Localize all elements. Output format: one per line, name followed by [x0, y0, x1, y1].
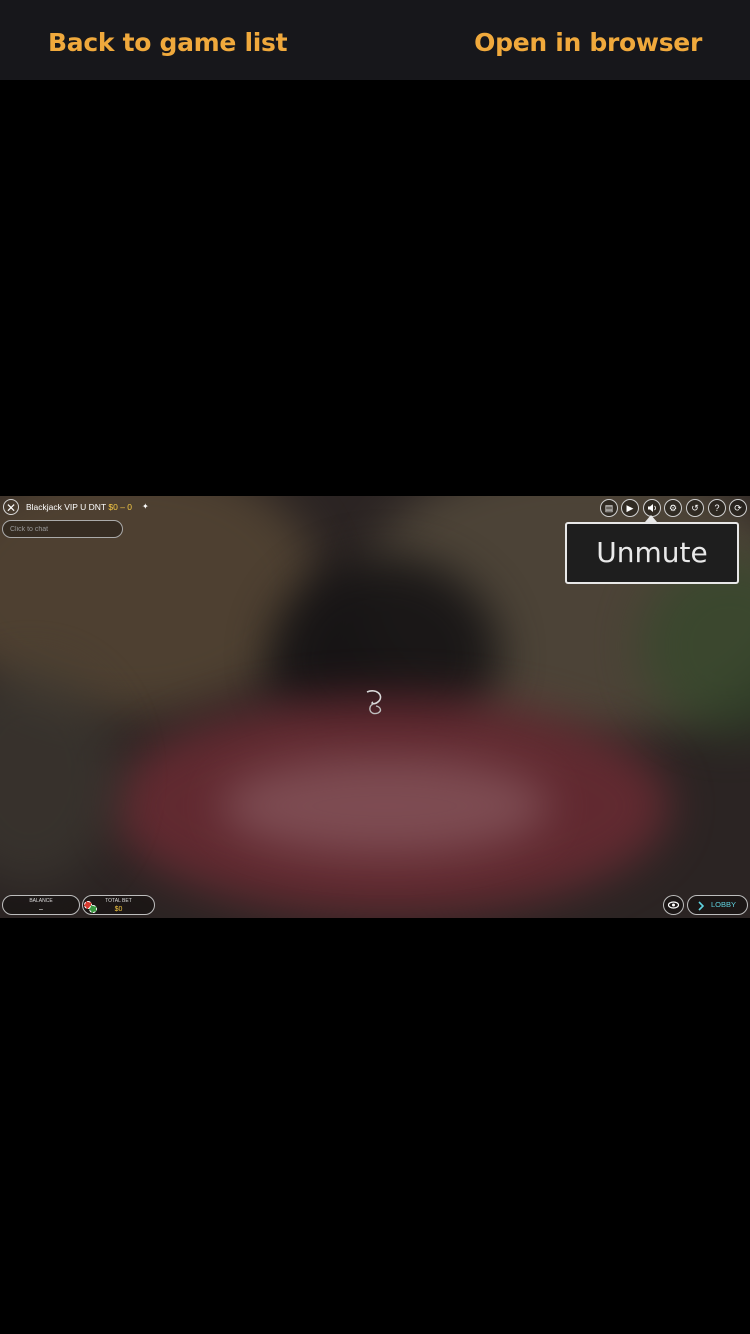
chat-toggle-button[interactable]: ▤: [600, 499, 618, 517]
top-navigation-bar: Back to game list Open in browser: [0, 0, 750, 80]
chevron-right-icon: [698, 900, 705, 918]
gear-icon: ⚙: [668, 503, 678, 513]
sound-icon: [648, 504, 656, 512]
pin-icon[interactable]: ✦: [142, 502, 149, 511]
history-button[interactable]: ↺: [686, 499, 704, 517]
balance-label: BALANCE: [29, 898, 53, 904]
settings-button[interactable]: ⚙: [664, 499, 682, 517]
chat-icon: ▤: [604, 503, 614, 513]
chips-icon: [84, 901, 98, 913]
video-background-blur: [220, 756, 550, 856]
chat-input[interactable]: [2, 520, 123, 538]
help-icon: ?: [714, 503, 720, 513]
lobby-label: LOBBY: [711, 900, 737, 909]
fullscreen-icon: ⟳: [734, 503, 742, 513]
total-bet-display: TOTAL BET $0: [82, 895, 155, 915]
history-icon: ↺: [691, 503, 699, 513]
video-icon: ▶: [626, 503, 634, 513]
view-toggle-button[interactable]: [663, 895, 684, 915]
tooltip-arrow: [645, 515, 657, 522]
close-icon: ✕: [5, 501, 17, 515]
video-button[interactable]: ▶: [621, 499, 639, 517]
loading-spinner-icon: [366, 690, 382, 715]
fullscreen-button[interactable]: ⟳: [729, 499, 747, 517]
unmute-tooltip[interactable]: Unmute: [565, 522, 739, 584]
help-button[interactable]: ?: [708, 499, 726, 517]
lobby-button[interactable]: LOBBY: [687, 895, 748, 915]
table-title: Blackjack VIP U DNT $0 – 0: [26, 502, 132, 513]
table-name: Blackjack VIP U DNT: [26, 502, 106, 512]
balance-value: –: [39, 906, 43, 913]
table-limits: $0 – 0: [108, 502, 133, 512]
back-to-game-list-link[interactable]: Back to game list: [48, 28, 288, 58]
close-game-button[interactable]: ✕: [3, 499, 19, 515]
open-in-browser-link[interactable]: Open in browser: [474, 28, 702, 58]
game-viewport[interactable]: ✕ Blackjack VIP U DNT $0 – 0 ✦ ▤ ▶ ⚙ ↺ ?…: [0, 496, 750, 918]
balance-display: BALANCE –: [2, 895, 80, 915]
eye-icon: [667, 901, 680, 909]
